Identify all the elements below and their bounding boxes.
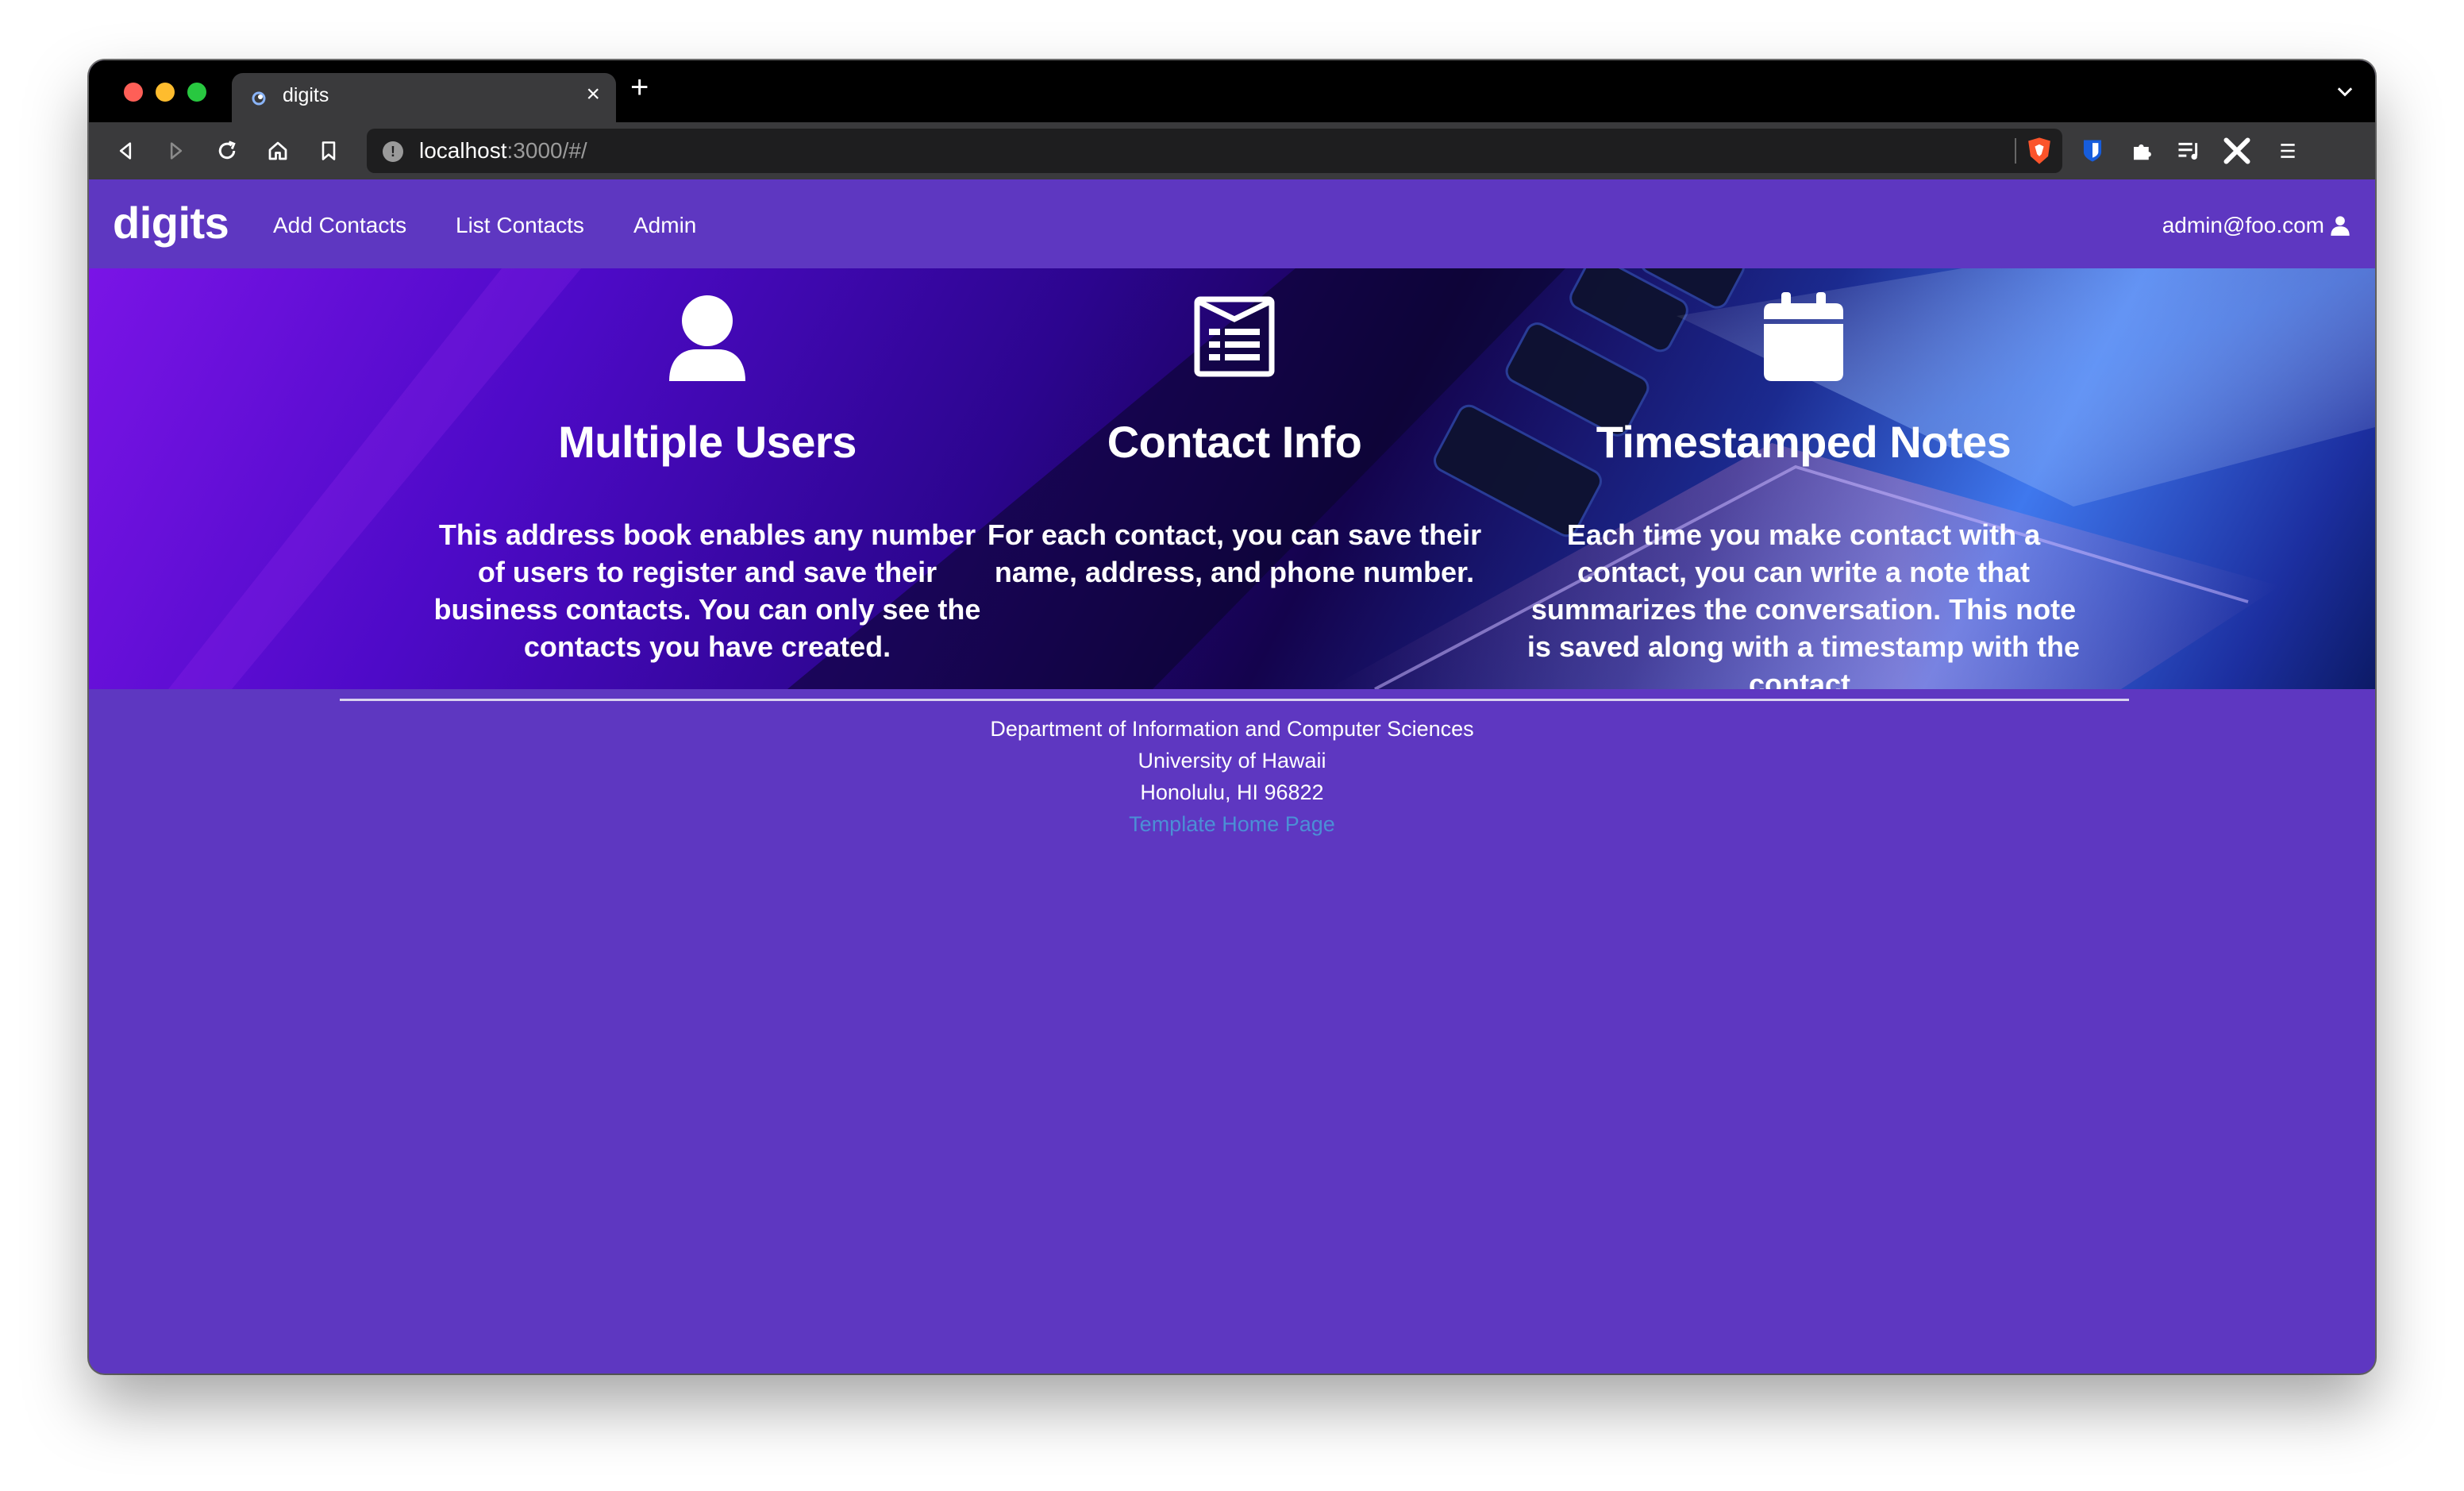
footer-university: University of Hawaii — [1138, 749, 1326, 772]
back-icon[interactable] — [110, 135, 141, 167]
footer: Department of Information and Computer S… — [89, 713, 2375, 840]
address-bar[interactable]: ! localhost:3000/#/ — [367, 129, 2062, 173]
new-tab-icon[interactable]: + — [630, 71, 649, 103]
feature-title: Contact Info — [1107, 417, 1362, 467]
minimize-window-button[interactable] — [156, 83, 175, 102]
close-window-button[interactable] — [124, 83, 143, 102]
forward-icon[interactable] — [160, 135, 192, 167]
url-text: localhost:3000/#/ — [419, 138, 587, 163]
hero-banner: Multiple Users This address book enables… — [89, 268, 2375, 689]
footer-address: Honolulu, HI 96822 — [1140, 780, 1324, 804]
calendar-icon — [1764, 292, 1843, 381]
menu-icon[interactable] — [2272, 135, 2304, 167]
tab-strip: digits × + — [89, 60, 2375, 122]
media-playlist-icon[interactable] — [2173, 135, 2205, 167]
feature-description: This address book enables any number of … — [433, 518, 981, 663]
footer-divider — [340, 699, 2129, 701]
template-home-link[interactable]: Template Home Page — [1129, 812, 1335, 836]
browser-tab[interactable]: digits × — [232, 73, 616, 122]
brave-shield-icon[interactable] — [2026, 137, 2053, 165]
tools-extension-icon[interactable] — [2221, 135, 2253, 167]
site-info-icon[interactable]: ! — [383, 141, 403, 162]
bookmark-icon[interactable] — [313, 135, 345, 167]
feature-title: Multiple Users — [558, 417, 857, 467]
app-navbar: digits Add Contacts List Contacts Admin … — [89, 179, 2375, 268]
user-menu-dropdown[interactable]: admin@foo.com — [2162, 213, 2351, 238]
list-alternate-icon — [1194, 296, 1275, 377]
url-separator — [2015, 138, 2016, 164]
browser-window: digits × + ! localhost:3000/#/ digits Ad… — [89, 60, 2375, 1373]
nav-admin[interactable]: Admin — [633, 213, 696, 238]
maximize-window-button[interactable] — [187, 83, 206, 102]
browser-toolbar: ! localhost:3000/#/ — [89, 122, 2375, 179]
footer-department: Department of Information and Computer S… — [990, 717, 1474, 741]
user-icon — [669, 295, 745, 381]
nav-add-contacts[interactable]: Add Contacts — [273, 213, 406, 238]
user-icon — [2331, 216, 2350, 236]
extensions-puzzle-icon[interactable] — [2126, 135, 2158, 167]
tab-close-icon[interactable]: × — [586, 83, 600, 106]
reload-icon[interactable] — [211, 135, 243, 167]
tab-title: digits — [283, 84, 329, 106]
favicon-icon — [252, 91, 266, 106]
user-email: admin@foo.com — [2162, 213, 2324, 237]
home-icon[interactable] — [262, 135, 294, 167]
feature-title: Timestamped Notes — [1596, 417, 2012, 467]
brand-logo[interactable]: digits — [113, 197, 229, 248]
nav-list-contacts[interactable]: List Contacts — [456, 213, 584, 238]
feature-description: Each time you make contact with a contac… — [1527, 518, 2081, 689]
chevron-down-icon[interactable] — [2334, 81, 2356, 103]
feature-description: For each contact, you can save their nam… — [987, 518, 1482, 588]
bitwarden-extension-icon[interactable] — [2077, 135, 2108, 167]
